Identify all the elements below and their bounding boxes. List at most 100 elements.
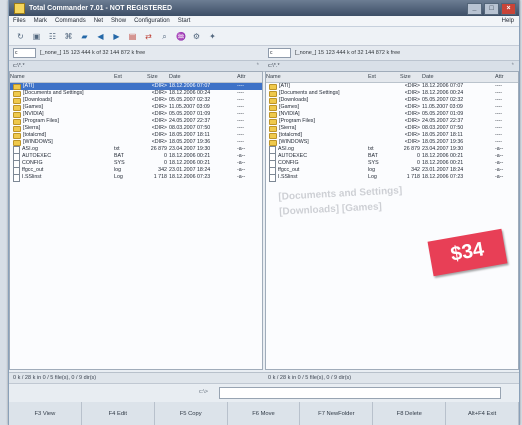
left-file-list: [ATI] <DIR> 18.12.2006 07:07 ---- [Documents… xyxy=(10,83,262,182)
status-bar: 0 k / 28 k in 0 / 5 file(s), 0 / 9 dir(s… xyxy=(9,372,519,384)
left-header-ext[interactable]: Ext xyxy=(114,74,147,80)
left-file-row[interactable]: [totalcmd] <DIR> 18.05.2007 18:11 ---- xyxy=(10,132,262,139)
right-file-row[interactable]: [NVIDIA] <DIR> 05.05.2007 01:09 ---- xyxy=(266,111,518,118)
forward-icon[interactable]: ▶ xyxy=(112,32,121,41)
right-drive-select[interactable]: c xyxy=(268,48,291,58)
command-input[interactable] xyxy=(219,387,501,399)
right-file-attributes: -a-- xyxy=(495,146,504,152)
right-file-size: <DIR> xyxy=(404,97,420,103)
left-file-name: [Sierra] xyxy=(23,125,41,131)
right-hotlist-icon[interactable]: * xyxy=(512,63,514,69)
left-header-name[interactable]: Name xyxy=(10,74,114,80)
pack-icon[interactable]: ▰ xyxy=(80,32,89,41)
menu-start[interactable]: Start xyxy=(178,18,191,24)
menu-help[interactable]: Help xyxy=(502,18,514,24)
right-file-row[interactable]: [Sierra] <DIR> 08.03.2007 07:50 ---- xyxy=(266,125,518,132)
left-file-attributes: -a-- xyxy=(237,146,246,152)
menu-commands[interactable]: Commands xyxy=(55,18,86,24)
f7-newfolder-button[interactable]: F7 NewFolder xyxy=(300,402,374,425)
left-header-attr[interactable]: Attr xyxy=(237,74,255,80)
right-file-size: 342 xyxy=(411,167,420,173)
alt-f4-exit-button[interactable]: Alt+F4 Exit xyxy=(446,402,520,425)
left-file-date: 05.05.2007 02:32 xyxy=(169,97,211,103)
left-file-attributes: ---- xyxy=(237,83,245,89)
right-file-attributes: ---- xyxy=(495,125,503,131)
star-icon[interactable]: ✦ xyxy=(208,32,217,41)
right-file-date: 23.04.2007 19:30 xyxy=(422,146,464,152)
menu-files[interactable]: Files xyxy=(13,18,26,24)
minimize-button[interactable]: _ xyxy=(467,3,482,15)
left-file-size: 0 xyxy=(164,160,167,166)
left-drive-select[interactable]: c xyxy=(13,48,36,58)
right-header-size[interactable]: Size xyxy=(400,74,422,80)
refresh-icon[interactable]: ↻ xyxy=(16,32,25,41)
f4-edit-button[interactable]: F4 Edit xyxy=(82,402,155,425)
folder-icon xyxy=(13,111,21,118)
left-file-row[interactable]: [Games] <DIR> 11.05.2007 03:09 ---- xyxy=(10,104,262,111)
left-file-name-cell: [Program Files] xyxy=(10,118,114,125)
right-file-date: 18.05.2007 18:11 xyxy=(422,132,463,138)
right-file-row[interactable]: [Games] <DIR> 11.05.2007 03:09 ---- xyxy=(266,104,518,111)
left-status: 0 k / 28 k in 0 / 5 file(s), 0 / 9 dir(s… xyxy=(13,375,97,381)
f3-view-button[interactable]: F3 View xyxy=(9,402,82,425)
folder-icon xyxy=(269,90,277,97)
left-file-name-cell: [Sierra] xyxy=(10,125,114,132)
left-header-size[interactable]: Size xyxy=(147,74,169,80)
f8-delete-button[interactable]: F8 Delete xyxy=(373,402,447,425)
view-icon[interactable]: ▣ xyxy=(32,32,41,41)
right-file-row[interactable]: [Documents and Settings] <DIR> 18.12.2006 … xyxy=(266,90,518,97)
right-file-date: 23.01.2007 18:24 xyxy=(422,167,464,173)
left-file-row[interactable]: [Sierra] <DIR> 08.03.2007 07:50 ---- xyxy=(10,125,262,132)
left-file-row[interactable]: I.SSlinst Log 1 718 18.12.2006 07:23 -a-- xyxy=(10,173,262,182)
menu-net[interactable]: Net xyxy=(94,18,103,24)
right-file-size: <DIR> xyxy=(404,139,420,145)
menu-configuration[interactable]: Configuration xyxy=(134,18,170,24)
right-file-row[interactable]: I.SSlinst Log 1 718 18.12.2006 07:23 -a-- xyxy=(266,173,518,182)
settings-icon[interactable]: ⚙ xyxy=(192,32,201,41)
right-file-attributes: ---- xyxy=(495,111,503,117)
left-file-name: [totalcmd] xyxy=(23,132,46,138)
menu-mark[interactable]: Mark xyxy=(34,18,47,24)
left-header-date[interactable]: Date xyxy=(169,74,237,80)
right-file-row[interactable]: [Program Files] <DIR> 24.05.2007 22:37 ---- xyxy=(266,118,518,125)
right-file-date: 18.12.2006 00:21 xyxy=(422,160,464,166)
left-file-row[interactable]: [NVIDIA] <DIR> 05.05.2007 01:09 ---- xyxy=(10,111,262,118)
right-file-row[interactable]: [totalcmd] <DIR> 18.05.2007 18:11 ---- xyxy=(266,132,518,139)
right-header-attr[interactable]: Attr xyxy=(495,74,511,80)
right-file-row[interactable]: [ATI] <DIR> 18.12.2006 07:07 ---- xyxy=(266,83,518,90)
left-file-attributes: ---- xyxy=(237,125,245,131)
back-icon[interactable]: ◀ xyxy=(96,32,105,41)
move-icon[interactable]: ⇄ xyxy=(144,32,153,41)
menu-show[interactable]: Show xyxy=(111,18,126,24)
right-file-name-cell: [Downloads] xyxy=(266,97,368,104)
maximize-button[interactable]: □ xyxy=(484,3,499,15)
left-file-row[interactable]: [ATI] <DIR> 18.12.2006 07:07 ---- xyxy=(10,83,262,90)
left-file-name: [Downloads] xyxy=(23,97,53,103)
file-icon xyxy=(269,173,276,182)
right-header-date[interactable]: Date xyxy=(422,74,495,80)
left-file-name: I.SSlinst xyxy=(22,174,42,180)
right-file-row[interactable]: [Downloads] <DIR> 05.05.2007 02:32 ---- xyxy=(266,97,518,104)
right-header-ext[interactable]: Ext xyxy=(368,74,400,80)
network-icon[interactable]: ♒ xyxy=(176,32,186,41)
f6-move-button[interactable]: F6 Move xyxy=(228,402,301,425)
left-file-row[interactable]: [Downloads] <DIR> 05.05.2007 02:32 ---- xyxy=(10,97,262,104)
right-file-list: [ATI] <DIR> 18.12.2006 07:07 ---- [Documents… xyxy=(266,83,518,182)
left-file-attributes: ---- xyxy=(237,139,245,145)
left-free-space: [_none_] 15 123 444 k of 32 144 872 k fr… xyxy=(40,50,146,56)
close-button[interactable]: × xyxy=(501,3,516,15)
left-path: c:\*.* xyxy=(13,63,25,69)
right-header-name[interactable]: Name xyxy=(266,74,368,80)
compare-icon[interactable]: ⌘ xyxy=(64,32,73,41)
folder-icon xyxy=(13,83,21,90)
f5-copy-button[interactable]: F5 Copy xyxy=(155,402,228,425)
right-file-name: [Downloads] xyxy=(279,97,309,103)
left-file-row[interactable]: [Documents and Settings] <DIR> 18.12.2006 … xyxy=(10,90,262,97)
left-file-row[interactable]: [Program Files] <DIR> 24.05.2007 22:37 ---- xyxy=(10,118,262,125)
tree-icon[interactable]: ☷ xyxy=(48,32,57,41)
search-icon[interactable]: ⌕ xyxy=(160,32,169,41)
left-hotlist-icon[interactable]: * xyxy=(257,63,259,69)
right-file-attributes: -a-- xyxy=(495,167,504,173)
copy-icon[interactable]: ▤ xyxy=(128,32,137,41)
left-file-name: [Games] xyxy=(23,104,44,110)
